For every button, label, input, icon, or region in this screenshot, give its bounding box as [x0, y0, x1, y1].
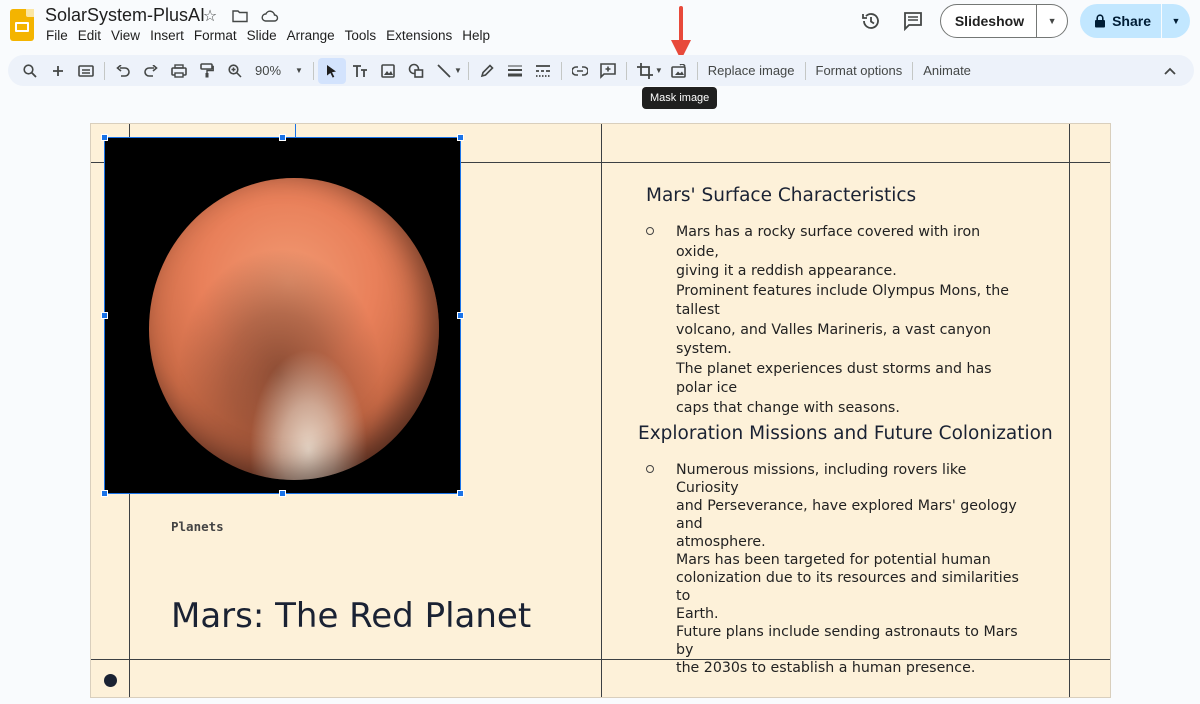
hollow-bullet-icon: [646, 465, 654, 473]
comments-icon[interactable]: [898, 6, 928, 36]
annotation-arrow-icon: [671, 6, 691, 60]
menu-format[interactable]: Format: [189, 28, 242, 44]
section-heading-exploration[interactable]: Exploration Missions and Future Coloniza…: [638, 423, 1053, 444]
menu-insert[interactable]: Insert: [145, 28, 189, 44]
resize-handle-e[interactable]: [457, 312, 464, 319]
zoom-icon[interactable]: [221, 58, 249, 84]
shape-icon[interactable]: [402, 58, 430, 84]
menu-help[interactable]: Help: [457, 28, 495, 44]
chevron-down-icon: ▼: [295, 66, 303, 75]
resize-handle-s[interactable]: [279, 490, 286, 497]
star-icon[interactable]: ☆: [200, 6, 220, 26]
select-pointer-icon[interactable]: [317, 57, 346, 84]
search-menus-icon[interactable]: [16, 58, 44, 84]
slide-kicker[interactable]: Planets: [171, 519, 224, 534]
bullet-line: The planet experiences dust storms and h…: [676, 360, 992, 397]
share-label: Share: [1112, 13, 1151, 29]
bullet-line: volcano, and Valles Marineris, a vast ca…: [676, 321, 992, 358]
format-options-button[interactable]: Format options: [810, 63, 909, 78]
mask-image-tooltip: Mask image: [642, 87, 718, 109]
version-history-icon[interactable]: [856, 6, 886, 36]
menu-bar: File Edit View Insert Format Slide Arran…: [46, 28, 495, 44]
zoom-value: 90%: [255, 63, 282, 78]
new-slide-icon[interactable]: [44, 58, 72, 84]
grid-line: [1069, 124, 1070, 697]
bullet-line: Future plans include sending astronauts …: [676, 624, 1018, 658]
menu-arrange[interactable]: Arrange: [282, 28, 340, 44]
section-heading-surface[interactable]: Mars' Surface Characteristics: [646, 185, 916, 206]
rotation-stem: [295, 124, 296, 137]
resize-handle-w[interactable]: [101, 312, 108, 319]
text-box-icon[interactable]: [346, 58, 374, 84]
hollow-bullet-icon: [646, 227, 654, 235]
resize-handle-nw[interactable]: [101, 134, 108, 141]
bullet-line: giving it a reddish appearance.: [676, 263, 897, 279]
paint-format-icon[interactable]: [193, 58, 221, 84]
grid-line: [601, 124, 602, 697]
slide-title[interactable]: Mars: The Red Planet: [171, 596, 531, 636]
zoom-select[interactable]: 90% ▼: [249, 63, 309, 78]
layout-icon[interactable]: [72, 58, 100, 84]
slideshow-button-group: Slideshow ▼: [939, 4, 1069, 38]
mask-image-dropdown-icon[interactable]: ▼: [655, 66, 663, 75]
lock-icon: [1095, 14, 1106, 28]
share-button[interactable]: Share: [1080, 4, 1162, 38]
resize-handle-n[interactable]: [279, 134, 286, 141]
bullet-line: Mars has a rocky surface covered with ir…: [676, 224, 981, 260]
menu-view[interactable]: View: [106, 28, 145, 44]
menu-tools[interactable]: Tools: [340, 28, 382, 44]
bullet-line: Numerous missions, including rovers like…: [676, 462, 967, 496]
menu-slide[interactable]: Slide: [242, 28, 282, 44]
resize-handle-ne[interactable]: [457, 134, 464, 141]
exploration-bullet-list[interactable]: Numerous missions, including rovers like…: [646, 461, 1026, 677]
border-dash-icon[interactable]: [529, 58, 557, 84]
surface-bullet-list[interactable]: Mars has a rocky surface covered with ir…: [646, 223, 1026, 418]
redo-icon[interactable]: [137, 58, 165, 84]
decorative-dot: [104, 674, 117, 687]
replace-image-button[interactable]: Replace image: [702, 63, 801, 78]
insert-image-icon[interactable]: [374, 58, 402, 84]
toolbar: 90% ▼ ▼ ▼ Replace image Format options A…: [8, 55, 1194, 86]
share-button-group: Share ▼: [1080, 4, 1190, 38]
menu-file[interactable]: File: [46, 28, 73, 44]
reset-image-icon[interactable]: [665, 58, 693, 84]
menu-extensions[interactable]: Extensions: [381, 28, 457, 44]
undo-icon[interactable]: [109, 58, 137, 84]
menu-edit[interactable]: Edit: [73, 28, 106, 44]
resize-handle-se[interactable]: [457, 490, 464, 497]
border-color-icon[interactable]: [473, 58, 501, 84]
cloud-status-icon[interactable]: [260, 6, 280, 26]
insert-link-icon[interactable]: [566, 58, 594, 84]
bullet-line: the 2030s to establish a human presence.: [676, 660, 976, 676]
bullet-line: atmosphere.: [676, 534, 766, 550]
document-title[interactable]: SolarSystem-PlusAI: [45, 5, 205, 26]
slide-canvas[interactable]: Planets Mars: The Red Planet Mars' Surfa…: [90, 123, 1111, 698]
slides-app-icon[interactable]: [10, 9, 34, 41]
add-comment-icon[interactable]: [594, 58, 622, 84]
slideshow-button[interactable]: Slideshow: [941, 5, 1038, 37]
border-weight-icon[interactable]: [501, 58, 529, 84]
share-dropdown-icon[interactable]: ▼: [1162, 4, 1190, 38]
animate-button[interactable]: Animate: [917, 63, 977, 78]
line-dropdown-icon[interactable]: ▼: [454, 66, 462, 75]
image-selection-frame: [101, 124, 464, 497]
bullet-line: Earth.: [676, 606, 719, 622]
slideshow-dropdown-icon[interactable]: ▼: [1037, 5, 1067, 37]
bullet-line: Mars has been targeted for potential hum…: [676, 552, 991, 568]
move-folder-icon[interactable]: [230, 6, 250, 26]
bullet-line: colonization due to its resources and si…: [676, 570, 1019, 604]
collapse-toolbar-icon[interactable]: [1164, 55, 1176, 86]
bullet-line: Prominent features include Olympus Mons,…: [676, 282, 1009, 319]
bullet-line: and Perseverance, have explored Mars' ge…: [676, 498, 1017, 532]
resize-handle-sw[interactable]: [101, 490, 108, 497]
print-icon[interactable]: [165, 58, 193, 84]
bullet-line: caps that change with seasons.: [676, 399, 900, 416]
